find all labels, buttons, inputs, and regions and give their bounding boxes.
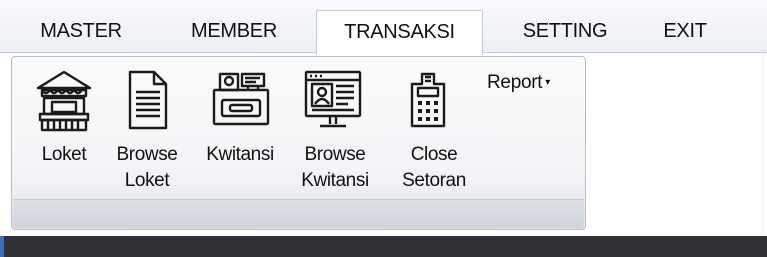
browse-kwitansi-label-line1: Browse [304,144,366,165]
window-edge [761,53,767,236]
report-label: Report [487,72,543,93]
calculator-icon [410,72,446,128]
browse-kwitansi-button[interactable]: Browse Kwitansi [292,64,378,200]
chevron-down-icon: ▾ [545,77,550,88]
browse-loket-label-line1: Browse [116,144,178,165]
browse-kwitansi-label-line2: Kwitansi [301,170,369,191]
report-dropdown-button[interactable]: Report ▾ [487,72,550,94]
loket-button[interactable]: Loket [28,64,100,200]
loket-label: Loket [41,144,87,165]
ribbon-group-footer [13,199,584,228]
kwitansi-label: Kwitansi [206,144,274,165]
kwitansi-button[interactable]: Kwitansi [194,64,286,200]
workspace-area [0,236,767,257]
tab-member[interactable]: MEMBER [170,10,298,52]
close-setoran-label-line1: Close [410,144,458,165]
browse-loket-label-line2: Loket [124,170,170,191]
tab-transaksi[interactable]: TRANSAKSI [316,10,483,55]
close-setoran-button[interactable]: Close Setoran [378,64,476,200]
cash-register-icon [212,72,270,126]
tab-exit[interactable]: EXIT [646,10,724,52]
document-list-icon [128,70,168,130]
tab-master[interactable]: MASTER [22,10,140,52]
tab-setting[interactable]: SETTING [506,10,624,52]
close-setoran-label-line2: Setoran [402,170,466,191]
kiosk-booth-icon [36,70,92,132]
browse-loket-button[interactable]: Browse Loket [108,64,186,200]
monitor-profile-icon [304,70,362,128]
workspace-accent [0,236,4,257]
